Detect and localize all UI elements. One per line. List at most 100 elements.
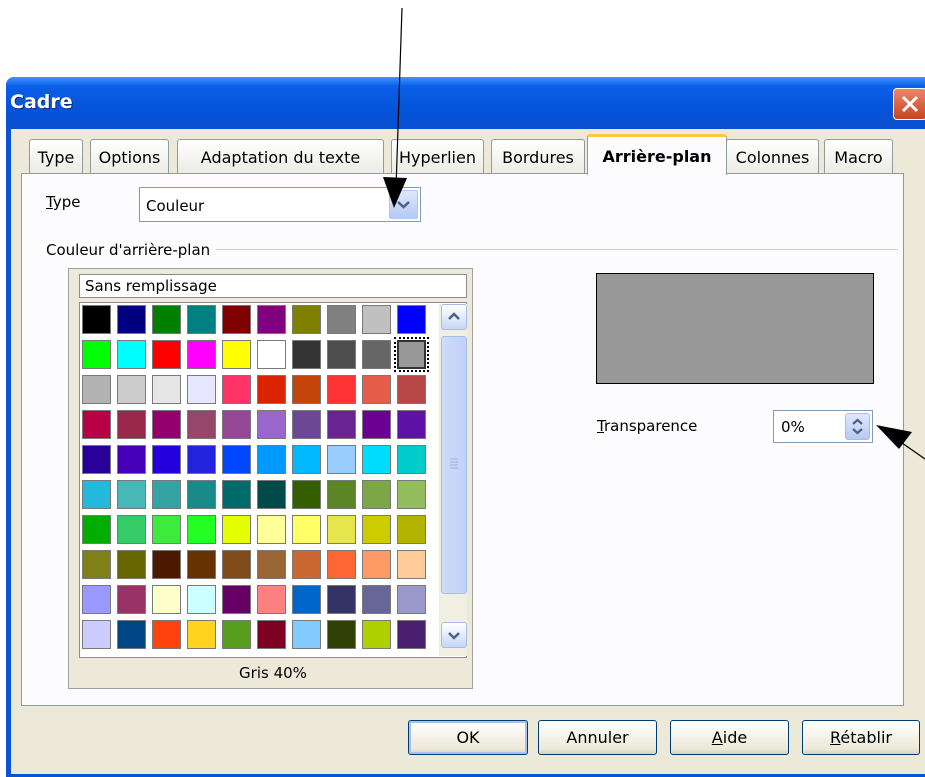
color-swatch[interactable] xyxy=(152,480,181,509)
color-swatch[interactable] xyxy=(152,340,181,369)
color-swatch[interactable] xyxy=(362,410,391,439)
tab-bordures[interactable]: Bordures xyxy=(491,139,585,173)
color-swatch[interactable] xyxy=(362,550,391,579)
color-swatch[interactable] xyxy=(222,550,251,579)
tab-macro[interactable]: Macro xyxy=(824,139,893,173)
color-swatch[interactable] xyxy=(362,620,391,649)
color-swatch[interactable] xyxy=(187,340,216,369)
color-swatch[interactable] xyxy=(362,305,391,334)
color-swatch[interactable] xyxy=(222,375,251,404)
color-swatch[interactable] xyxy=(257,585,286,614)
color-swatch[interactable] xyxy=(327,445,356,474)
color-swatch[interactable] xyxy=(187,375,216,404)
color-swatch[interactable] xyxy=(327,550,356,579)
color-swatch[interactable] xyxy=(222,515,251,544)
color-swatch[interactable] xyxy=(117,410,146,439)
color-swatch[interactable] xyxy=(82,305,111,334)
color-swatch[interactable] xyxy=(152,620,181,649)
color-swatch[interactable] xyxy=(187,620,216,649)
title-bar[interactable] xyxy=(6,77,925,129)
color-swatch[interactable] xyxy=(292,550,321,579)
color-swatch[interactable] xyxy=(117,550,146,579)
color-swatch[interactable] xyxy=(152,375,181,404)
color-swatch[interactable] xyxy=(257,515,286,544)
ok-button[interactable]: OK xyxy=(408,720,528,755)
color-swatch[interactable] xyxy=(187,305,216,334)
tab-hyperlien[interactable]: Hyperlien xyxy=(391,139,484,173)
color-swatch[interactable] xyxy=(117,445,146,474)
color-swatch[interactable] xyxy=(222,480,251,509)
color-swatch[interactable] xyxy=(327,480,356,509)
color-swatch[interactable] xyxy=(362,515,391,544)
color-swatch[interactable] xyxy=(82,585,111,614)
tab-type[interactable]: Type xyxy=(29,139,83,173)
tab-adaptation-du-texte[interactable]: Adaptation du texte xyxy=(177,139,384,173)
color-swatch[interactable] xyxy=(222,585,251,614)
color-swatch[interactable] xyxy=(292,515,321,544)
color-swatch[interactable] xyxy=(397,620,426,649)
scroll-down-button[interactable] xyxy=(441,622,467,648)
color-swatch[interactable] xyxy=(397,550,426,579)
reset-button[interactable]: Rétablir xyxy=(802,720,920,755)
color-swatch[interactable] xyxy=(117,585,146,614)
scroll-thumb[interactable] xyxy=(441,336,467,594)
color-swatch[interactable] xyxy=(222,410,251,439)
color-swatch[interactable] xyxy=(257,620,286,649)
color-swatch[interactable] xyxy=(117,305,146,334)
color-swatch[interactable] xyxy=(187,585,216,614)
color-swatch[interactable] xyxy=(292,375,321,404)
color-swatch[interactable] xyxy=(152,445,181,474)
color-swatch[interactable] xyxy=(292,480,321,509)
color-swatch[interactable] xyxy=(327,515,356,544)
color-swatch[interactable] xyxy=(82,480,111,509)
color-swatch[interactable] xyxy=(362,585,391,614)
color-swatch[interactable] xyxy=(222,305,251,334)
color-swatch[interactable] xyxy=(187,550,216,579)
color-swatch[interactable] xyxy=(152,550,181,579)
color-swatch[interactable] xyxy=(397,445,426,474)
color-swatch[interactable] xyxy=(117,340,146,369)
color-swatch[interactable] xyxy=(362,375,391,404)
cancel-button[interactable]: Annuler xyxy=(538,720,657,755)
type-dropdown-button[interactable] xyxy=(389,190,418,219)
color-swatch[interactable] xyxy=(117,480,146,509)
color-swatch[interactable] xyxy=(187,410,216,439)
color-swatch[interactable] xyxy=(292,340,321,369)
color-swatch[interactable] xyxy=(397,410,426,439)
color-swatch[interactable] xyxy=(257,410,286,439)
color-swatch[interactable] xyxy=(292,585,321,614)
color-swatch[interactable] xyxy=(292,305,321,334)
color-swatch[interactable] xyxy=(362,480,391,509)
color-swatch[interactable] xyxy=(327,305,356,334)
color-swatch[interactable] xyxy=(327,410,356,439)
transparency-spin-button[interactable] xyxy=(845,413,870,440)
color-swatch[interactable] xyxy=(257,375,286,404)
color-swatch[interactable] xyxy=(152,515,181,544)
color-swatch[interactable] xyxy=(257,445,286,474)
color-swatch[interactable] xyxy=(397,585,426,614)
color-swatch[interactable] xyxy=(257,480,286,509)
color-swatch[interactable] xyxy=(82,550,111,579)
color-swatch[interactable] xyxy=(82,375,111,404)
color-swatch[interactable] xyxy=(394,337,429,372)
color-swatch[interactable] xyxy=(117,620,146,649)
color-swatch[interactable] xyxy=(82,515,111,544)
color-swatch[interactable] xyxy=(152,305,181,334)
color-swatch[interactable] xyxy=(187,445,216,474)
color-swatch[interactable] xyxy=(362,340,391,369)
tab-colonnes[interactable]: Colonnes xyxy=(726,139,819,173)
color-swatch[interactable] xyxy=(152,410,181,439)
tab-options[interactable]: Options xyxy=(90,139,169,173)
color-swatch[interactable] xyxy=(222,340,251,369)
color-swatch[interactable] xyxy=(187,480,216,509)
color-swatch[interactable] xyxy=(257,340,286,369)
color-swatch[interactable] xyxy=(152,585,181,614)
tab-arriere-plan[interactable]: Arrière-plan xyxy=(587,134,727,175)
color-swatch[interactable] xyxy=(292,445,321,474)
color-swatch[interactable] xyxy=(362,445,391,474)
color-swatch[interactable] xyxy=(82,410,111,439)
color-swatch[interactable] xyxy=(397,515,426,544)
color-swatch[interactable] xyxy=(327,620,356,649)
color-swatch[interactable] xyxy=(397,305,426,334)
color-swatch[interactable] xyxy=(257,305,286,334)
